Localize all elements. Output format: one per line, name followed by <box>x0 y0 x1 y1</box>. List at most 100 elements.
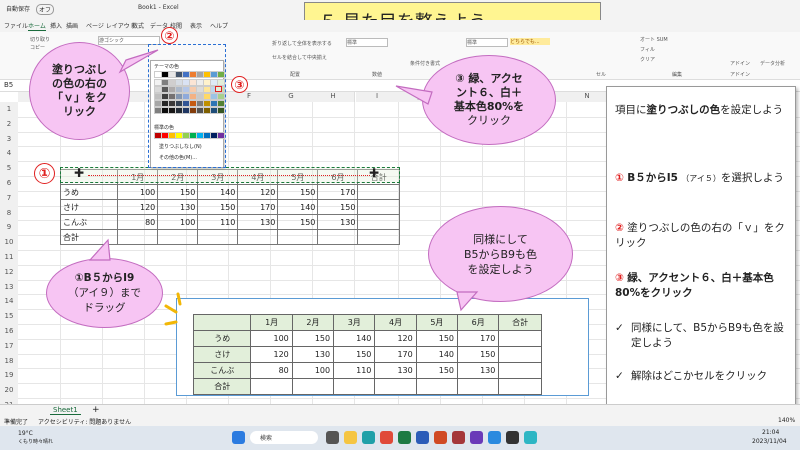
style-neutral[interactable]: どちらでも... <box>510 38 550 45</box>
autosum-button[interactable]: オート SUM <box>640 36 668 43</box>
row-header-18[interactable]: 18 <box>0 353 18 370</box>
access-icon[interactable] <box>452 431 465 444</box>
tab-insert[interactable]: 挿入 <box>50 21 62 30</box>
row-header-14[interactable]: 14 <box>0 294 18 311</box>
fill-button[interactable]: フィル <box>640 46 655 53</box>
column-header-h[interactable]: H <box>312 92 355 102</box>
zoom-level[interactable]: 140% <box>778 417 795 424</box>
name-box[interactable]: B5 <box>4 81 13 89</box>
value-cell[interactable]: 120 <box>237 184 279 200</box>
tab-home[interactable]: ホーム <box>28 21 46 31</box>
copy-button[interactable]: コピー <box>30 44 45 51</box>
row-header-7[interactable]: 7 <box>0 190 18 207</box>
value-cell[interactable] <box>317 229 359 245</box>
value-cell[interactable] <box>237 229 279 245</box>
value-cell[interactable]: 100 <box>157 214 199 230</box>
task-view-icon[interactable] <box>326 431 339 444</box>
row-header-20[interactable]: 20 <box>0 383 18 399</box>
row-header-19[interactable]: 19 <box>0 368 18 385</box>
row-label-cell[interactable]: うめ <box>59 184 119 200</box>
row-header-3[interactable]: 3 <box>0 131 18 148</box>
value-cell[interactable]: 150 <box>277 214 319 230</box>
column-header-i[interactable]: I <box>356 92 399 102</box>
clear-button[interactable]: クリア <box>640 56 655 63</box>
tab-file[interactable]: ファイル <box>4 21 28 30</box>
cut-button[interactable]: 切り取り <box>30 36 50 43</box>
weather-temp[interactable]: 19°C <box>18 430 33 437</box>
row-header-9[interactable]: 9 <box>0 220 18 237</box>
clock-date[interactable]: 2023/11/04 <box>752 438 787 445</box>
value-cell[interactable]: 170 <box>237 199 279 215</box>
row-header-17[interactable]: 17 <box>0 338 18 355</box>
row-header-11[interactable]: 11 <box>0 250 18 266</box>
chrome-icon[interactable] <box>380 431 393 444</box>
value-cell[interactable]: 150 <box>197 199 239 215</box>
value-cell[interactable] <box>357 199 400 215</box>
explorer-icon[interactable] <box>344 431 357 444</box>
value-cell[interactable]: 130 <box>157 199 199 215</box>
tab-page-layout[interactable]: ページ レイアウト <box>86 21 136 30</box>
edge-icon[interactable] <box>362 431 375 444</box>
value-cell[interactable]: 110 <box>197 214 239 230</box>
value-cell[interactable] <box>197 229 239 245</box>
value-cell[interactable]: 170 <box>317 184 359 200</box>
value-cell[interactable]: 150 <box>277 184 319 200</box>
value-cell[interactable]: 150 <box>317 199 359 215</box>
value-cell[interactable]: 140 <box>197 184 239 200</box>
value-cell[interactable] <box>157 229 199 245</box>
value-cell[interactable] <box>357 229 400 245</box>
merge-center-button[interactable]: セルを結合して中央揃え <box>272 54 327 61</box>
row-header-16[interactable]: 16 <box>0 324 18 340</box>
value-cell[interactable]: 150 <box>157 184 199 200</box>
value-cell[interactable]: 80 <box>117 214 159 230</box>
column-header-f[interactable]: F <box>228 92 271 102</box>
value-cell[interactable] <box>117 229 159 245</box>
row-label-cell[interactable]: さけ <box>59 199 119 215</box>
autosave-toggle[interactable]: オフ <box>36 4 55 15</box>
excel-icon[interactable] <box>398 431 411 444</box>
value-cell[interactable] <box>277 229 319 245</box>
accent6-swatch-highlight[interactable] <box>215 86 222 92</box>
tab-draw[interactable]: 描画 <box>66 21 78 30</box>
add-sheet-icon[interactable]: + <box>92 405 100 415</box>
vscode-icon[interactable] <box>488 431 501 444</box>
row-header-5[interactable]: 5 <box>0 161 18 177</box>
photos-icon[interactable] <box>524 431 537 444</box>
row-header-8[interactable]: 8 <box>0 205 18 222</box>
number-format-select[interactable]: 標準 <box>346 38 388 47</box>
row-header-10[interactable]: 10 <box>0 235 18 251</box>
row-header-13[interactable]: 13 <box>0 279 18 296</box>
row-header-15[interactable]: 15 <box>0 309 18 325</box>
conditional-format-button[interactable]: 条件付き書式 <box>410 60 440 67</box>
value-cell[interactable]: 120 <box>117 199 159 215</box>
windows-start-icon[interactable] <box>232 431 245 444</box>
word-icon[interactable] <box>416 431 429 444</box>
value-cell[interactable]: 130 <box>317 214 359 230</box>
row-header-12[interactable]: 12 <box>0 264 18 281</box>
status-accessibility[interactable]: アクセシビリティ: 問題ありません <box>38 417 131 426</box>
row-header-2[interactable]: 2 <box>0 116 18 133</box>
addin-button[interactable]: アドイン <box>730 60 750 67</box>
app-icon[interactable] <box>470 431 483 444</box>
column-header-g[interactable]: G <box>270 92 313 102</box>
clock-time[interactable]: 21:04 <box>762 429 779 436</box>
terminal-icon[interactable] <box>506 431 519 444</box>
column-header-n[interactable]: N <box>566 92 609 102</box>
value-cell[interactable]: 100 <box>117 184 159 200</box>
sheet-tab-sheet1[interactable]: Sheet1 <box>50 406 81 415</box>
row-label-cell[interactable]: こんぶ <box>59 214 119 230</box>
row-header-1[interactable]: 1 <box>0 102 18 118</box>
tab-view[interactable]: 表示 <box>190 21 202 30</box>
tab-help[interactable]: ヘルプ <box>210 21 228 30</box>
tab-formulas[interactable]: 数式 <box>132 21 144 30</box>
value-cell[interactable]: 140 <box>277 199 319 215</box>
data-analysis-button[interactable]: データ分析 <box>760 60 785 67</box>
value-cell[interactable]: 130 <box>237 214 279 230</box>
wrap-text-button[interactable]: 折り返して全体を表示する <box>272 40 332 47</box>
row-header-6[interactable]: 6 <box>0 176 18 192</box>
style-normal[interactable]: 標準 <box>466 38 508 47</box>
taskbar-search[interactable]: 検索 <box>250 431 318 444</box>
powerpoint-icon[interactable] <box>434 431 447 444</box>
row-header-4[interactable]: 4 <box>0 146 18 163</box>
value-cell[interactable] <box>357 214 400 230</box>
